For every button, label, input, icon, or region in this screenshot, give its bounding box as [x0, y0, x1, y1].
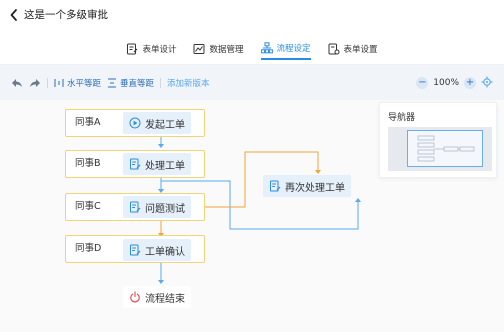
form-setting-icon	[328, 43, 340, 55]
lane-label: 同事C	[75, 201, 101, 212]
redo-icon[interactable]	[29, 78, 41, 88]
tab-form-setting[interactable]: 表单设置	[328, 38, 378, 60]
node-handle-ticket[interactable]: 处理工单	[123, 153, 191, 175]
add-version-link[interactable]: 添加新版本	[167, 77, 210, 89]
node-label: 发起工单	[145, 119, 185, 131]
data-manage-icon	[193, 44, 205, 54]
back-button[interactable]: 这是一个多级审批	[9, 7, 108, 23]
lane-label: 同事B	[75, 158, 101, 169]
node-label: 工单确认	[145, 246, 185, 258]
document-edit-icon	[270, 180, 281, 192]
form-design-icon	[127, 43, 138, 55]
node-ticket-confirm[interactable]: 工单确认	[123, 239, 191, 261]
page-title: 这是一个多级审批	[24, 9, 108, 21]
lane-label: 同事A	[75, 117, 101, 128]
node-label: 问题测试	[145, 203, 185, 215]
navigator-panel: 导航器	[379, 102, 497, 178]
navigator-minimap[interactable]	[388, 127, 492, 171]
power-icon	[130, 291, 140, 303]
document-edit-icon	[130, 244, 141, 256]
node-start-ticket[interactable]: 发起工单	[123, 112, 191, 134]
navigator-title: 导航器	[388, 113, 416, 123]
flow-toolbar: 水平等距 垂直等距 添加新版本 − 100% +	[0, 64, 504, 100]
horizontal-spacing-icon	[54, 79, 64, 87]
page-header: 这是一个多级审批 表单设计 数据管理 流程设定 表单设置	[0, 0, 504, 62]
tab-form-setting-label: 表单设置	[343, 45, 378, 55]
vertical-spacing-label: 垂直等距	[120, 79, 155, 89]
node-label: 处理工单	[145, 160, 185, 172]
vertical-spacing-icon	[108, 78, 117, 88]
node-label: 再次处理工单	[285, 182, 345, 194]
chevron-left-icon	[10, 9, 17, 21]
document-edit-icon	[130, 201, 141, 213]
zoom-level: 100%	[433, 78, 459, 88]
navigator-thumbnail	[417, 135, 475, 162]
tab-data-manage[interactable]: 数据管理	[193, 38, 244, 60]
zoom-out-button[interactable]: −	[416, 77, 429, 89]
play-circle-icon	[129, 117, 141, 129]
node-flow-end[interactable]: 流程结束	[123, 286, 191, 308]
zoom-in-button[interactable]: +	[464, 77, 476, 89]
toolbar-divider	[160, 78, 162, 88]
tab-form-design-label: 表单设计	[142, 45, 177, 55]
tab-flow-setting-label: 流程设定	[276, 44, 311, 54]
horizontal-spacing-label: 水平等距	[67, 79, 102, 89]
document-edit-icon	[130, 158, 141, 170]
locate-icon[interactable]	[481, 76, 493, 91]
undo-icon[interactable]	[11, 78, 23, 88]
flow-setting-icon	[260, 42, 273, 54]
vertical-spacing-button[interactable]: 垂直等距	[107, 77, 154, 89]
horizontal-spacing-button[interactable]: 水平等距	[54, 77, 101, 89]
toolbar-divider	[47, 78, 48, 88]
tab-flow-setting[interactable]: 流程设定	[260, 38, 311, 60]
node-issue-test[interactable]: 问题测试	[123, 196, 191, 218]
node-label: 流程结束	[145, 293, 185, 305]
tab-form-design[interactable]: 表单设计	[126, 38, 176, 60]
tab-data-manage-label: 数据管理	[209, 45, 244, 55]
node-reprocess-ticket[interactable]: 再次处理工单	[263, 175, 351, 197]
lane-label: 同事D	[75, 243, 102, 254]
main-tabs: 表单设计 数据管理 流程设定 表单设置	[0, 38, 504, 62]
